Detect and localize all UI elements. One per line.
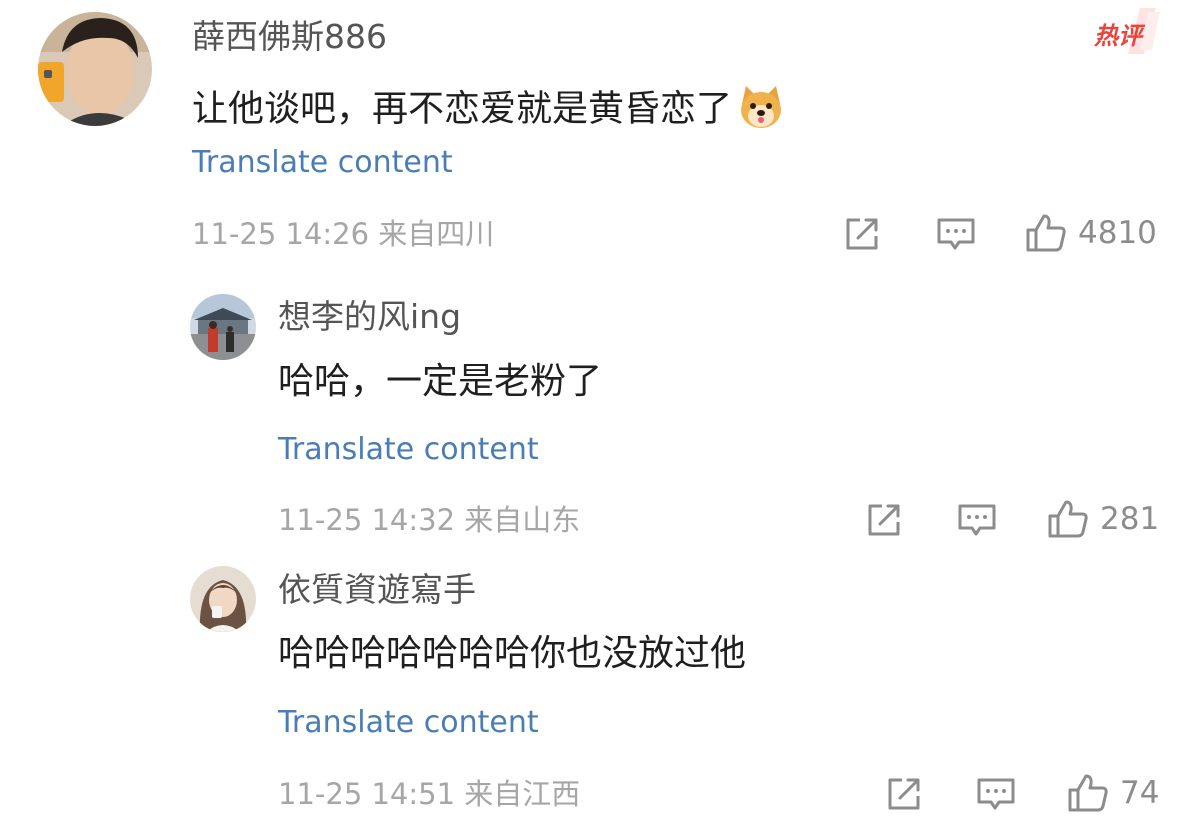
username[interactable]: 依質資遊寫手 xyxy=(278,573,476,606)
username[interactable]: 薛西佛斯886 xyxy=(192,20,387,53)
hot-comment-badge: 热评 xyxy=(1082,6,1162,56)
like-count: 281 xyxy=(1100,500,1160,537)
comment-meta: 11-25 14:26 来自四川 xyxy=(192,217,495,251)
reply-button[interactable] xyxy=(975,774,1017,814)
avatar[interactable] xyxy=(190,294,256,360)
comment-text: 让他谈吧，再不恋爱就是黄昏恋了 xyxy=(192,82,786,139)
reply-button[interactable] xyxy=(935,214,977,254)
comment-icon xyxy=(958,504,996,536)
like-count: 4810 xyxy=(1078,214,1157,251)
avatar[interactable] xyxy=(38,12,152,126)
reply-button[interactable] xyxy=(956,500,998,540)
comment-meta: 11-25 14:51 来自江西 xyxy=(278,777,581,811)
translate-link[interactable]: Translate content xyxy=(278,708,539,738)
like-button[interactable]: 281 xyxy=(1046,498,1159,540)
comment-icon xyxy=(937,218,975,250)
thumbs-up-icon xyxy=(1048,500,1088,538)
comment-text: 哈哈，一定是老粉了 xyxy=(278,361,603,402)
translate-link[interactable]: Translate content xyxy=(192,148,453,178)
dog-face-emoji xyxy=(736,82,786,139)
share-button[interactable] xyxy=(842,214,882,254)
like-count: 74 xyxy=(1120,774,1160,811)
share-icon xyxy=(846,218,878,250)
share-button[interactable] xyxy=(864,500,904,540)
thumbs-up-icon xyxy=(1068,774,1108,812)
share-icon xyxy=(868,504,900,536)
share-button[interactable] xyxy=(884,774,924,814)
like-button[interactable]: 74 xyxy=(1066,772,1159,814)
thumbs-up-icon xyxy=(1026,214,1066,252)
like-button[interactable]: 4810 xyxy=(1024,212,1157,254)
share-icon xyxy=(888,778,920,810)
avatar[interactable] xyxy=(190,566,256,632)
svg-text:热评: 热评 xyxy=(1093,22,1146,50)
comment-meta: 11-25 14:32 来自山东 xyxy=(278,503,581,537)
translate-link[interactable]: Translate content xyxy=(278,435,539,465)
comment-text: 哈哈哈哈哈哈哈你也没放过他 xyxy=(278,633,747,674)
comment-icon xyxy=(977,778,1015,810)
username[interactable]: 想李的风ing xyxy=(278,300,461,333)
